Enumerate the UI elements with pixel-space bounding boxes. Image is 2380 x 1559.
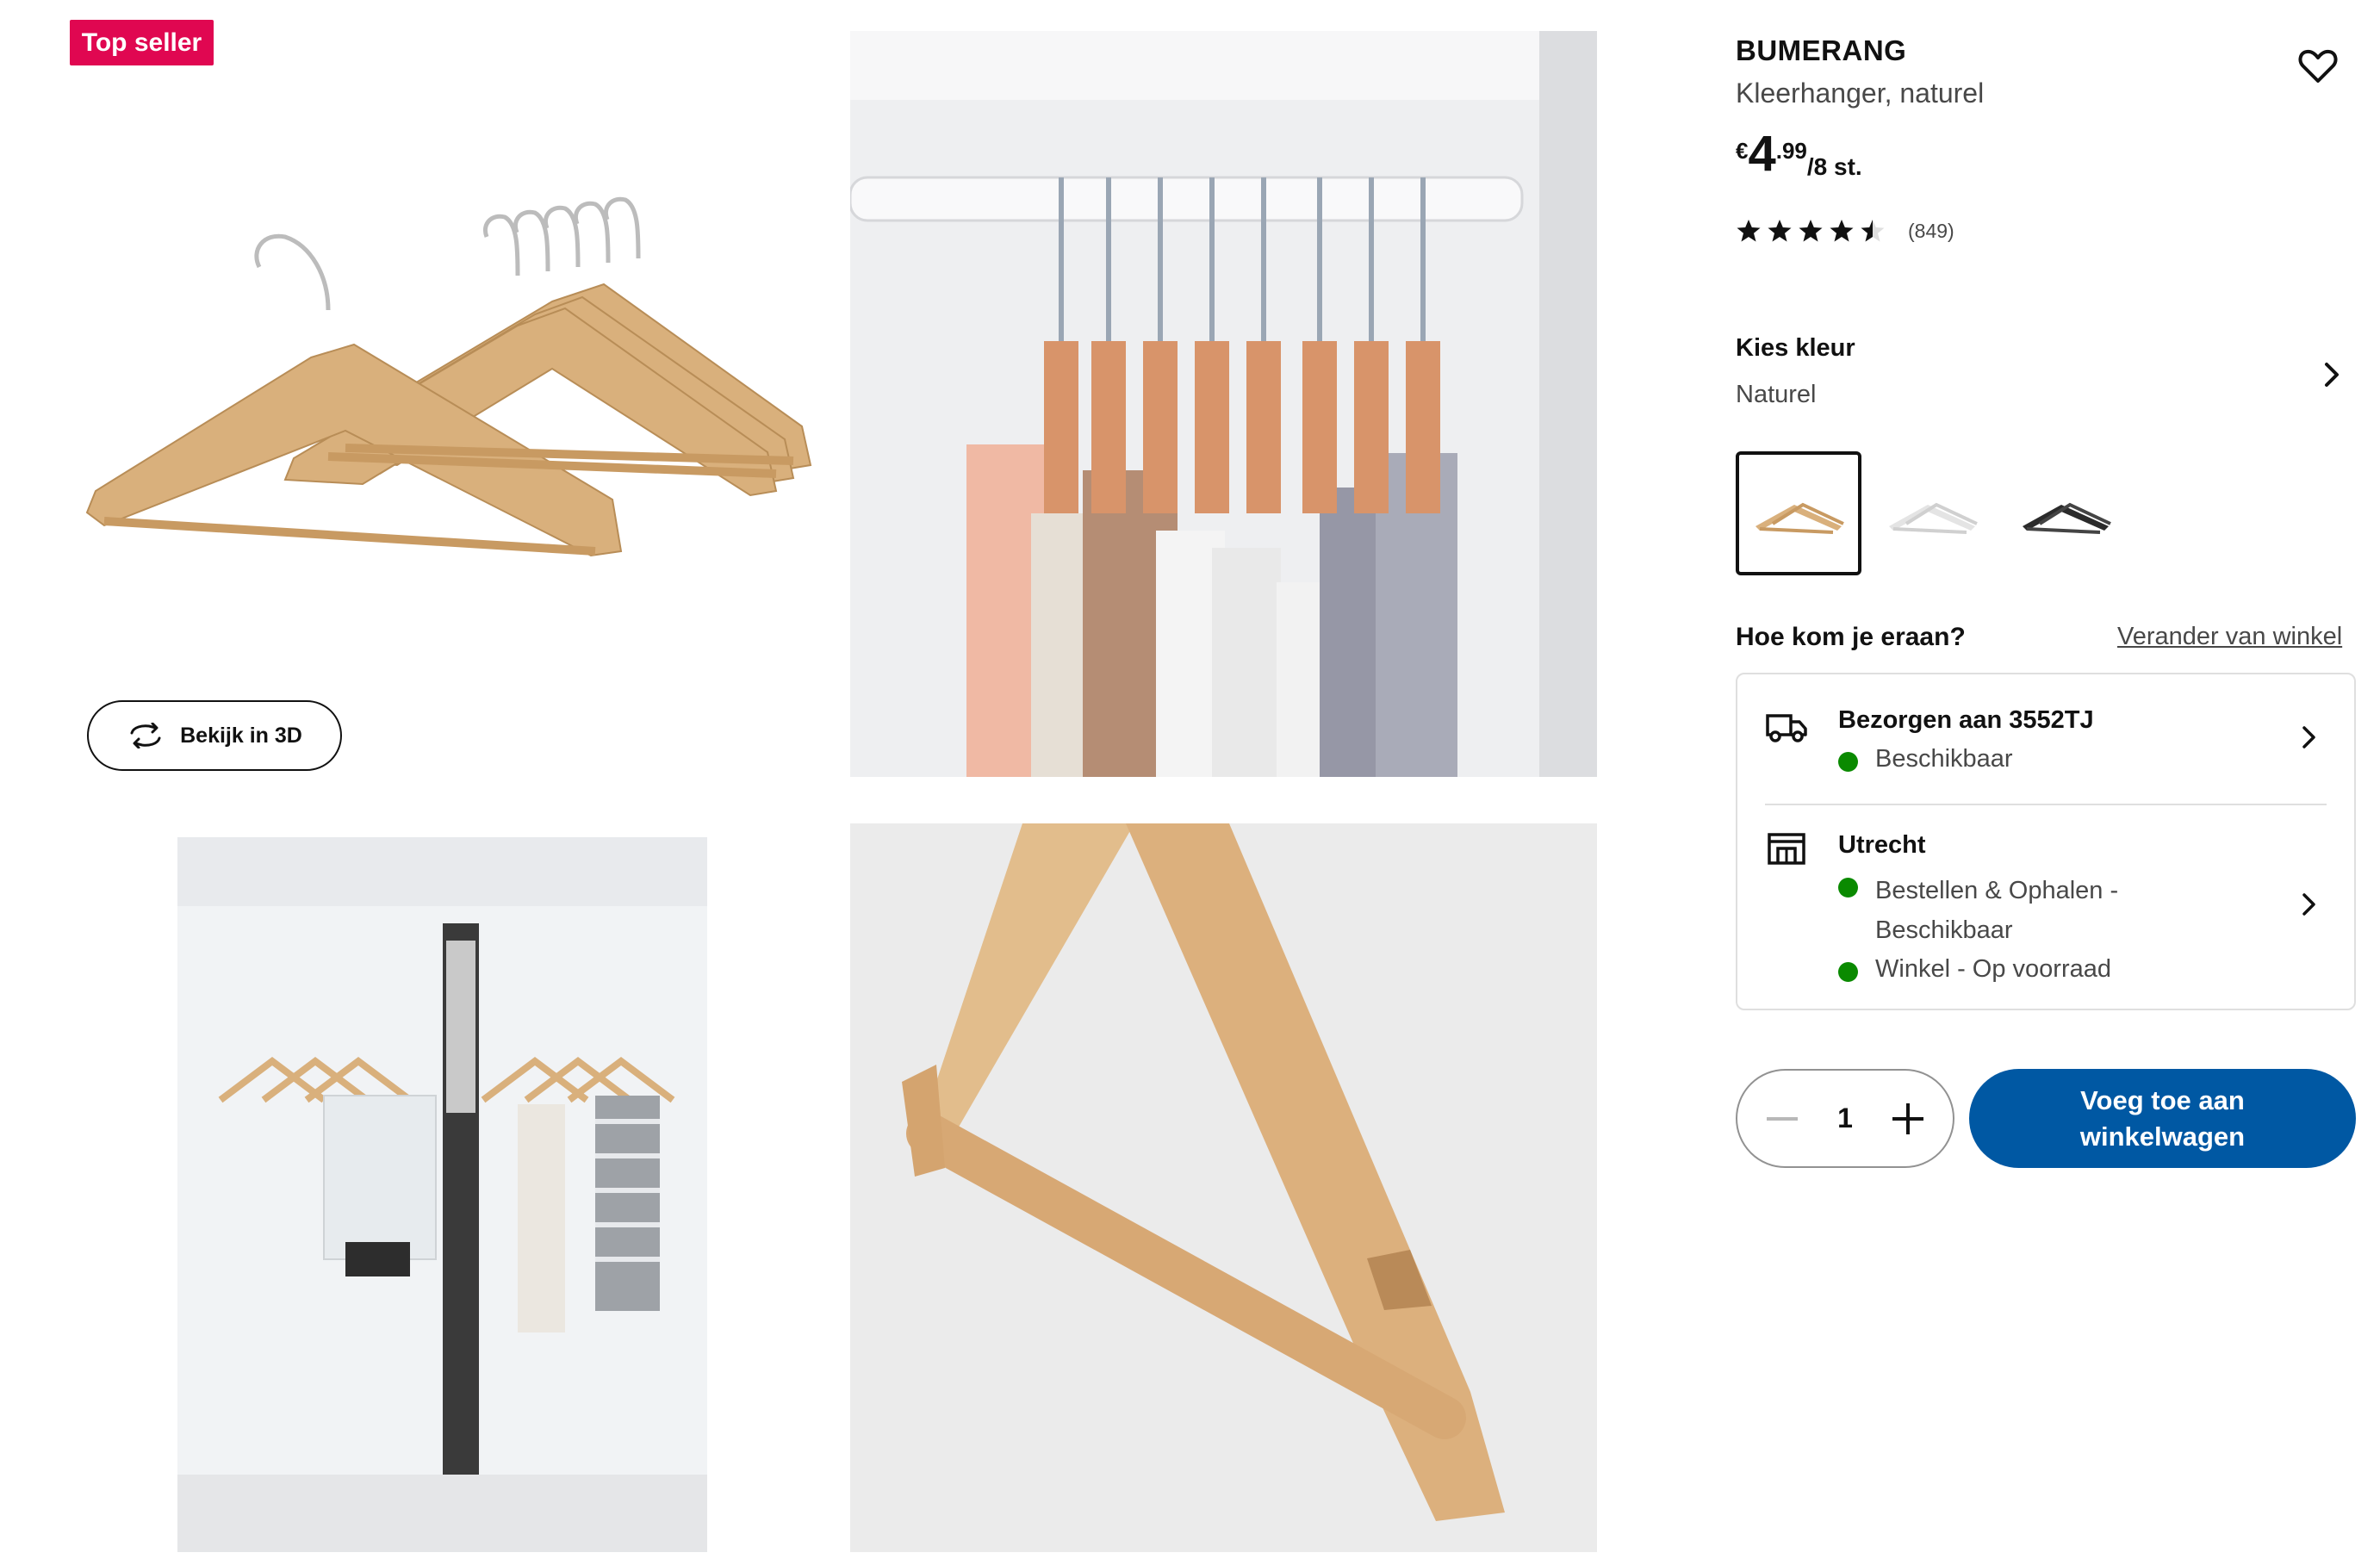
store-status-2: Winkel - Op voorraad: [1838, 955, 2111, 984]
color-selected-value: Naturel: [1736, 381, 1817, 408]
delivery-option[interactable]: Bezorgen aan 3552TJ Beschikbaar: [1737, 674, 2354, 804]
store-status-2-text: Winkel - Op voorraad: [1875, 955, 2111, 983]
in-stock-dot: [1838, 962, 1858, 982]
chevron-right-icon[interactable]: [2319, 360, 2345, 389]
star-icon: [1799, 220, 1823, 242]
color-selector-label: Kies kleur: [1736, 334, 1855, 362]
rotate-3d-icon: [130, 723, 161, 748]
product-name: BUMERANG: [1736, 34, 1907, 66]
availability-box: Bezorgen aan 3552TJ Beschikbaar Utrecht …: [1736, 673, 2356, 1010]
price-integer: 4: [1748, 126, 1776, 182]
store-building-icon: [1768, 833, 1805, 865]
star-icon: [1830, 220, 1854, 242]
product-description: Kleerhanger, naturel: [1736, 78, 1985, 109]
available-dot: [1838, 752, 1858, 772]
favorite-heart-icon[interactable]: [2298, 48, 2338, 84]
star-icon: [1768, 220, 1792, 242]
color-swatch-zwart[interactable]: [2003, 451, 2128, 575]
product-price: € 4 .99 /8 st.: [1736, 129, 1862, 181]
delivery-status: Beschikbaar: [1838, 745, 2013, 773]
rating-count: (849): [1908, 219, 1954, 242]
store-title: Utrecht: [1838, 831, 1926, 859]
hanger-swatch-zwart: [2023, 502, 2111, 534]
chevron-right-icon: [2302, 726, 2315, 748]
add-to-cart-button[interactable]: Voeg toe aan winkelwagen: [1969, 1069, 2356, 1168]
decrease-quantity-button[interactable]: [1767, 1116, 1798, 1121]
color-swatch-naturel[interactable]: [1736, 451, 1861, 575]
star-icon: [1737, 220, 1761, 242]
increase-quantity-button[interactable]: [1892, 1102, 1923, 1134]
delivery-title: Bezorgen aan 3552TJ: [1838, 706, 2094, 734]
top-seller-badge: Top seller: [70, 20, 214, 65]
product-image-wall-hangers[interactable]: [177, 837, 707, 1552]
availability-heading: Hoe kom je eraan?: [1736, 623, 1966, 651]
view-in-3d-label: Bekijk in 3D: [180, 723, 302, 748]
clothes-on-rail-illustration: [850, 31, 1597, 777]
wall-hangers-illustration: [177, 837, 707, 1552]
view-in-3d-button[interactable]: Bekijk in 3D: [87, 700, 342, 771]
hanger-closeup-illustration: [850, 823, 1597, 1552]
hanger-swatch-wit: [1889, 502, 1978, 534]
store-status-1-text: Bestellen & Ophalen - Beschikbaar: [1875, 877, 2119, 944]
quantity-value: 1: [1837, 1102, 1853, 1134]
store-status-1: Bestellen & Ophalen - Beschikbaar: [1838, 871, 2148, 950]
price-decimals: .99: [1775, 138, 1807, 164]
color-swatch-wit[interactable]: [1869, 451, 1995, 575]
product-image-hangers[interactable]: [70, 172, 828, 620]
delivery-truck-icon: [1766, 714, 1807, 742]
available-dot: [1838, 878, 1858, 898]
store-option[interactable]: Utrecht Bestellen & Ophalen - Beschikbaa…: [1737, 805, 2354, 1010]
change-store-link[interactable]: Verander van winkel: [2117, 623, 2342, 651]
product-image-wardrobe-rail[interactable]: [850, 31, 1597, 777]
product-rating[interactable]: (849): [1736, 218, 1954, 244]
hanger-swatch-naturel: [1755, 502, 1844, 534]
price-unit: /8 st.: [1806, 153, 1862, 180]
quantity-stepper[interactable]: 1: [1736, 1069, 1954, 1168]
delivery-status-text: Beschikbaar: [1875, 745, 2013, 773]
star-icon: [1861, 220, 1885, 242]
rating-stars: [1736, 218, 1886, 244]
price-currency: €: [1736, 138, 1749, 164]
hanger-set-illustration: [85, 196, 812, 557]
product-image-hanger-closeup[interactable]: [850, 823, 1597, 1552]
chevron-right-icon: [2302, 893, 2315, 916]
